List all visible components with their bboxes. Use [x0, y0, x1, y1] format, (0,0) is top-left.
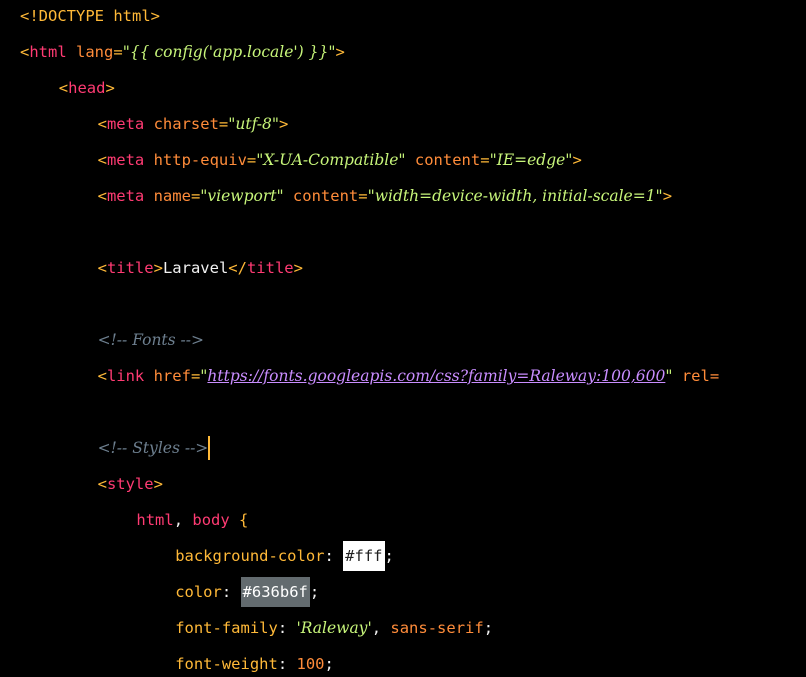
code-line[interactable]: color: #636b6f; [175, 577, 320, 607]
code-token: rel= [672, 367, 720, 385]
code-token: , [371, 619, 391, 637]
code-token: "IE=edge" [489, 151, 573, 169]
code-token: <!DOCTYPE html> [20, 7, 160, 25]
code-line[interactable]: <!-- Fonts --> [98, 328, 204, 352]
code-token: : [277, 619, 297, 637]
code-token: = [358, 187, 368, 205]
code-token: < [97, 259, 107, 277]
code-token: content [405, 151, 481, 169]
code-token: "{{ config('app.locale') }}" [122, 43, 336, 61]
code-token: sans-serif [390, 619, 484, 637]
code-token: > [662, 187, 673, 205]
code-token: charset [144, 115, 219, 133]
code-token: #fff [343, 541, 385, 571]
code-token: ; [483, 619, 494, 637]
code-token: body [192, 511, 230, 529]
code-token: title [106, 259, 154, 277]
code-token: ; [324, 655, 334, 673]
code-token: < [97, 475, 107, 493]
code-token: name [144, 187, 191, 205]
code-token: Laravel [162, 259, 229, 277]
code-token: <!-- Fonts --> [97, 331, 205, 349]
code-token: < [97, 187, 107, 205]
code-editor[interactable]: <!DOCTYPE html> <html lang="{{ config('ap… [0, 0, 806, 677]
code-token: = [113, 43, 123, 61]
code-token: > [153, 475, 163, 493]
text-cursor [208, 436, 211, 460]
code-line[interactable]: <meta http-equiv="X-UA-Compatible" conte… [98, 148, 582, 172]
code-line[interactable]: background-color: #fff; [175, 541, 394, 571]
code-token: "X-UA-Compatible" [256, 151, 406, 169]
code-token: ; [309, 583, 320, 601]
code-token: = [190, 187, 201, 205]
code-token: font-weight [175, 655, 278, 673]
code-token: = [246, 151, 257, 169]
code-token: > [335, 43, 345, 61]
code-token: < [97, 367, 107, 385]
code-line[interactable]: <head> [59, 76, 115, 100]
code-line[interactable]: <link href= "https://fonts.googleapis.com… [98, 364, 720, 388]
code-line[interactable]: <style> [98, 472, 163, 496]
code-token: font-family [175, 619, 278, 637]
code-token: > [572, 151, 582, 169]
code-line[interactable]: <meta charset="utf-8"> [98, 112, 289, 136]
code-token: < [58, 79, 69, 97]
code-line[interactable]: <html lang="{{ config('app.locale') }}"> [20, 40, 345, 64]
code-token: 'Raleway' [296, 619, 372, 637]
code-token: < [97, 151, 107, 169]
code-line[interactable]: <!DOCTYPE html> [20, 4, 160, 28]
code-token: html [29, 43, 67, 61]
code-token: < [20, 43, 30, 61]
code-token: : [277, 655, 297, 673]
code-token: style [106, 475, 154, 493]
code-token: href [144, 367, 191, 385]
code-token: > [279, 115, 289, 133]
code-token: 100 [296, 655, 325, 673]
code-token: color [175, 583, 222, 601]
code-token: <!-- Styles --> [97, 439, 209, 457]
code-token: meta [106, 115, 145, 133]
code-token: lang [66, 43, 114, 61]
code-token: http-equiv [144, 151, 247, 169]
code-token: : [324, 547, 344, 565]
code-token: "width=device-width, initial-scale=1" [367, 187, 663, 205]
code-token: > [153, 259, 163, 277]
code-token: head [68, 79, 106, 97]
code-line[interactable]: font-weight: 100; [175, 652, 334, 676]
code-token: "utf-8" [228, 115, 280, 133]
code-token: < [97, 115, 107, 133]
code-token: { [229, 511, 249, 529]
code-line[interactable]: <title>Laravel</title> [98, 256, 303, 280]
code-token: = [480, 151, 490, 169]
code-token: > [105, 79, 115, 97]
code-line[interactable]: html, body { [136, 508, 248, 532]
code-line[interactable]: font-family: 'Raleway', sans-serif; [175, 616, 493, 640]
code-token: </ [228, 259, 247, 277]
code-token: background-color [175, 547, 325, 565]
code-token: title [246, 259, 294, 277]
code-token: = [190, 367, 201, 385]
code-line[interactable]: <meta name="viewport" content="width=dev… [98, 184, 672, 208]
code-token: https://fonts.googleapis.com/css?family=… [207, 367, 666, 385]
code-token: "viewport" [200, 187, 284, 205]
code-token: meta [106, 151, 145, 169]
code-token: , [173, 511, 193, 529]
code-token: : [221, 583, 241, 601]
code-token: ; [384, 547, 394, 565]
code-token: > [293, 259, 303, 277]
code-token: #636b6f [240, 577, 310, 607]
code-token: " [665, 367, 673, 385]
code-token: link [106, 367, 145, 385]
code-token: content [283, 187, 359, 205]
code-token: html [136, 511, 174, 529]
code-token: meta [106, 187, 145, 205]
code-line[interactable]: <!-- Styles --> [98, 436, 211, 460]
code-token: = [218, 115, 229, 133]
